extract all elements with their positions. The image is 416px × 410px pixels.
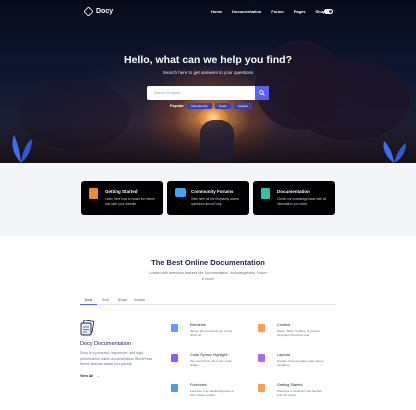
section-subtitle: Loaded with awesome features like Docume… bbox=[148, 271, 268, 281]
theme-toggle-knob-icon bbox=[329, 10, 332, 13]
footnotes-icon bbox=[171, 384, 178, 392]
doc-tabs: Docy Hello Ninjas Sample bbox=[80, 297, 336, 305]
arrow-right-icon: → bbox=[96, 374, 100, 378]
layouts-icon bbox=[258, 354, 265, 362]
tag-membership[interactable]: Membership bbox=[187, 103, 212, 109]
chat-icon bbox=[175, 188, 186, 197]
item-desc: We used Prism.JS on the Code widget. bbox=[190, 359, 232, 367]
card-getting-started[interactable]: Getting Started Learn here how to instal… bbox=[81, 181, 163, 215]
card-documentation[interactable]: Documentation Check our knowledge base w… bbox=[253, 181, 335, 215]
tab-docy[interactable]: Docy bbox=[80, 297, 97, 305]
card-desc: Learn here how to install the theme and … bbox=[105, 197, 155, 206]
popular-tags: Popular: Membership Guide Feature bbox=[170, 103, 253, 109]
top-navbar: Docy Home Documentation Forum Pages Shop bbox=[0, 6, 416, 18]
logo-icon bbox=[83, 6, 94, 17]
item-desc: Welcome to docbuzz! Get familiar with th… bbox=[277, 389, 322, 397]
view-all-label: View All bbox=[80, 374, 94, 378]
tab-hello[interactable]: Hello bbox=[97, 297, 114, 305]
item-title: Footnotes bbox=[190, 383, 207, 387]
feature-title: Docy Documentation bbox=[80, 341, 132, 347]
search-input[interactable]: Search for topics... bbox=[154, 91, 183, 95]
logo-text: Docy bbox=[96, 8, 114, 15]
item-title: Layouts bbox=[277, 353, 291, 357]
popular-label: Popular: bbox=[170, 104, 185, 108]
tag-guide[interactable]: Guide bbox=[214, 103, 231, 109]
content-icon bbox=[258, 324, 265, 332]
card-title: Getting Started bbox=[105, 189, 138, 194]
elements-icon bbox=[171, 324, 178, 332]
start-icon bbox=[258, 384, 265, 392]
cards-section: Getting Started Learn here how to instal… bbox=[0, 163, 416, 236]
reader-figure bbox=[200, 120, 234, 160]
hero-title: Hello, what can we help you find? bbox=[123, 54, 292, 66]
item-title: Content bbox=[277, 323, 291, 327]
section-title: The Best Online Documentation bbox=[151, 258, 265, 267]
item-desc: James Bond transmit pip of that show off bbox=[190, 329, 233, 337]
main-menu: Home Documentation Forum Pages Shop bbox=[211, 9, 326, 14]
hero-section: Docy Home Documentation Forum Pages Shop… bbox=[0, 0, 416, 163]
logo[interactable]: Docy bbox=[83, 6, 114, 17]
feature-desc: Docy is a powerful, responsive, and high… bbox=[80, 351, 153, 366]
book-icon bbox=[261, 188, 270, 199]
search-box: Search for topics... bbox=[147, 86, 269, 100]
document-icon bbox=[89, 188, 98, 199]
card-desc: Check our knowledge base with all inform… bbox=[277, 197, 327, 206]
item-desc: Footnote is an additional piece of infor… bbox=[190, 389, 235, 397]
item-title: Getting Started bbox=[277, 383, 303, 387]
tab-ninjas[interactable]: Ninjas bbox=[114, 297, 131, 305]
card-desc: View here all the frequently asked quest… bbox=[191, 197, 239, 206]
tag-feature[interactable]: Feature bbox=[233, 103, 253, 109]
menu-item-documentation[interactable]: Documentation bbox=[232, 9, 261, 14]
search-button[interactable] bbox=[255, 86, 269, 100]
code-icon bbox=[171, 354, 178, 362]
item-desc: Display documentation page layout variat… bbox=[277, 359, 324, 367]
hero-subtitle: Search here to get answers to your quest… bbox=[162, 70, 254, 75]
item-desc: Video, Table, Tooltips, List items, Keyb… bbox=[277, 329, 321, 337]
view-all-link[interactable]: View All → bbox=[80, 374, 100, 378]
plant-left-icon bbox=[12, 135, 32, 163]
documents-stack-icon bbox=[80, 320, 95, 336]
card-title: Community Forums bbox=[191, 189, 234, 194]
plant-right-icon bbox=[383, 141, 406, 163]
menu-item-home[interactable]: Home bbox=[211, 9, 222, 14]
card-title: Documentation bbox=[277, 189, 310, 194]
item-title: Code Syntax Highlight bbox=[190, 353, 228, 357]
card-community-forums[interactable]: Community Forums View here all the frequ… bbox=[167, 181, 249, 215]
menu-item-pages[interactable]: Pages bbox=[294, 9, 306, 14]
tab-sample[interactable]: Sample bbox=[131, 297, 148, 305]
menu-item-forum[interactable]: Forum bbox=[271, 9, 283, 14]
item-title: Elements bbox=[190, 323, 206, 327]
search-icon bbox=[259, 90, 265, 96]
